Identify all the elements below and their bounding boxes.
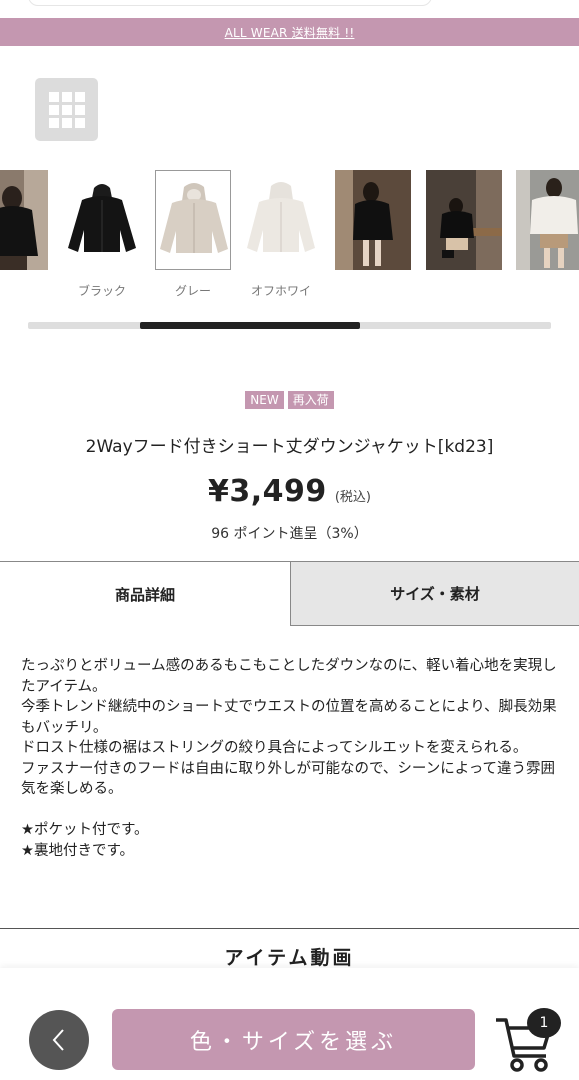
tax-note: (税込): [334, 490, 371, 505]
thumbnail-label: オフホワイ: [250, 284, 311, 298]
description-line: ★ポケット付です。: [21, 822, 149, 838]
thumbnail-carousel[interactable]: ブラック グレー オフホワイ: [0, 170, 579, 300]
product-description: たっぷりとボリューム感のあるもこもことしたダウンなのに、軽い着心地を実現したアイ…: [21, 656, 561, 861]
model-photo: [426, 170, 502, 270]
badge-new: NEW: [245, 391, 284, 409]
description-line: ★裏地付きです。: [21, 842, 135, 859]
shipping-banner[interactable]: ALL WEAR 送料無料 !!: [0, 18, 579, 46]
model-photo: [335, 170, 411, 270]
thumbnail-label: ブラック: [77, 284, 126, 298]
thumbnail-model-1[interactable]: [0, 170, 48, 272]
carousel-scrollbar-thumb[interactable]: [140, 322, 360, 329]
offwhite-jacket-image: [243, 170, 319, 270]
price-row: ¥3,499 (税込): [0, 474, 579, 509]
bottom-action-bar: 色・サイズを選ぶ 1: [0, 968, 579, 1080]
thumbnail-model-3[interactable]: [426, 170, 502, 272]
cart-count-badge: 1: [527, 1008, 561, 1038]
description-line: ファスナー付きのフードは自由に取り外しが可能なので、シーンによって違う雰囲気を楽…: [21, 760, 556, 798]
gray-jacket-image: [155, 170, 231, 270]
product-title: 2Wayフード付きショート丈ダウンジャケット[kd23]: [85, 437, 494, 457]
back-button[interactable]: [29, 1010, 89, 1070]
description-line: ドロスト仕様の裾はストリングの絞り具合によってシルエットを変えられる。: [21, 740, 528, 756]
product-badges: NEW 再入荷: [0, 391, 579, 409]
thumbnail-model-2[interactable]: [335, 170, 411, 272]
points-note: 96 ポイント進呈（3%）: [211, 526, 368, 542]
item-video-heading: アイテム動画: [224, 947, 355, 969]
carousel-scrollbar[interactable]: [28, 322, 551, 329]
thumbnail-label: グレー: [174, 284, 211, 298]
description-line: たっぷりとボリューム感のあるもこもことしたダウンなのに、軽い着心地を実現したアイ…: [21, 658, 557, 695]
grid-icon: [48, 91, 85, 128]
choose-color-size-button[interactable]: 色・サイズを選ぶ: [112, 1009, 475, 1070]
tab-product-details[interactable]: 商品詳細: [0, 562, 290, 626]
badge-restock: 再入荷: [287, 391, 334, 409]
section-divider: [0, 928, 579, 929]
shipping-banner-link[interactable]: ALL WEAR 送料無料 !!: [225, 24, 355, 41]
thumbnail-model-4[interactable]: [516, 170, 579, 272]
thumbnail-color-offwhite[interactable]: オフホワイ: [243, 170, 319, 298]
grid-view-button[interactable]: [35, 78, 98, 141]
model-photo: [0, 170, 48, 270]
tab-size-material[interactable]: サイズ・素材: [290, 562, 579, 626]
thumbnail-color-gray[interactable]: グレー: [155, 170, 231, 298]
search-bar[interactable]: [28, 0, 432, 6]
product-price: ¥3,499: [208, 474, 327, 509]
black-jacket-image: [64, 170, 140, 270]
chevron-left-icon: [52, 1029, 64, 1051]
detail-tabs: 商品詳細 サイズ・素材: [0, 561, 579, 626]
thumbnail-color-black[interactable]: ブラック: [64, 170, 140, 298]
description-line: 今季トレンド継続中のショート丈でウエストの位置を高めることにより、脚長効果もバッ…: [21, 699, 557, 736]
model-photo: [516, 170, 579, 270]
